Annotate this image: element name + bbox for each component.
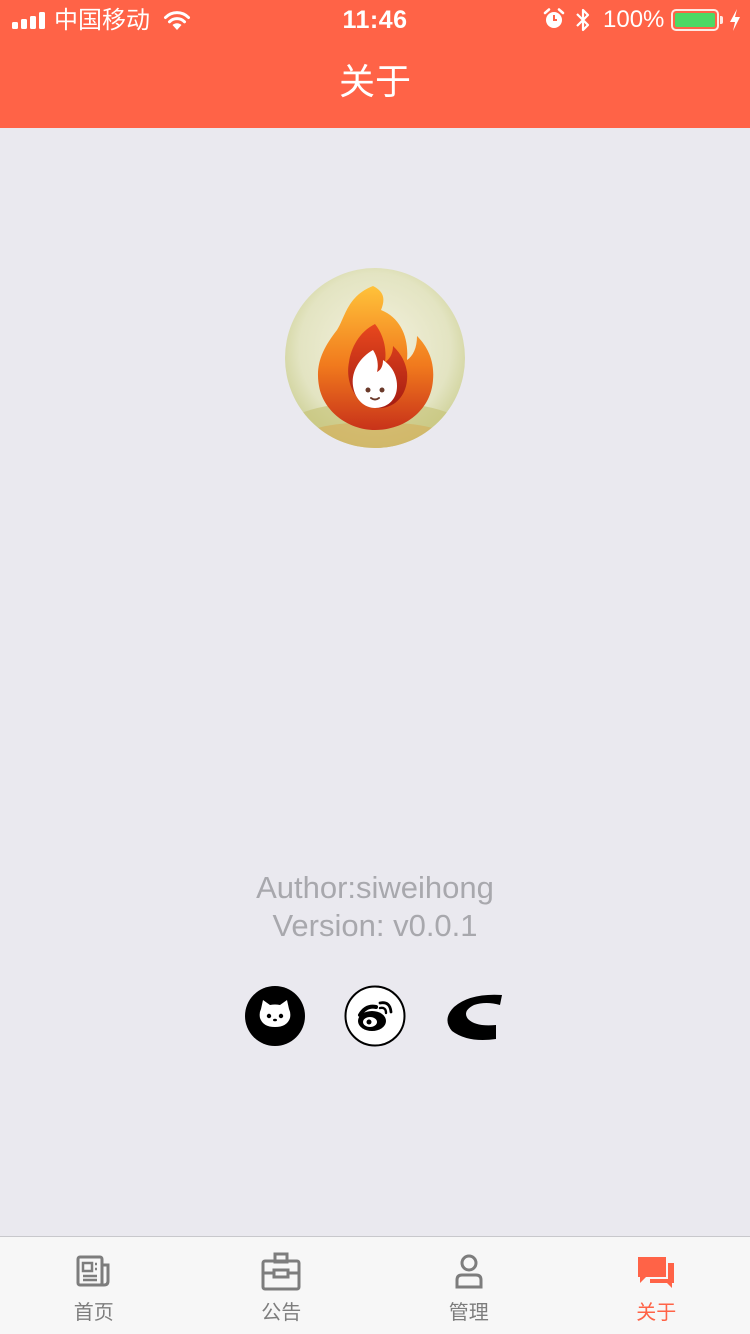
- tab-announcements[interactable]: 公告: [188, 1237, 376, 1334]
- status-bar: 中国移动 11:46 100%: [0, 0, 750, 40]
- tab-about-label: 关于: [636, 1300, 677, 1324]
- tab-home-label: 首页: [73, 1300, 114, 1324]
- tab-about[interactable]: 关于: [563, 1237, 750, 1334]
- charging-icon: [730, 9, 740, 31]
- weibo-icon[interactable]: [344, 985, 406, 1047]
- chat-bubbles-icon: [638, 1257, 675, 1288]
- alarm-icon: [543, 8, 565, 28]
- tab-bar: 首页 公告 管理 关于: [0, 1236, 750, 1334]
- csdn-icon[interactable]: [444, 985, 506, 1047]
- news-icon: [76, 1255, 110, 1287]
- bluetooth-icon: [576, 8, 590, 32]
- tab-announcements-label: 公告: [261, 1300, 302, 1324]
- briefcase-icon: [261, 1252, 301, 1291]
- battery-icon: [671, 9, 719, 31]
- version-text: Version: v0.0.1: [272, 908, 478, 943]
- tab-home[interactable]: 首页: [0, 1237, 188, 1334]
- page-title: 关于: [338, 62, 411, 103]
- nav-header: 中国移动 11:46 100% 关于: [0, 0, 750, 128]
- battery-percent: 100%: [603, 6, 665, 33]
- tab-manage[interactable]: 管理: [375, 1237, 563, 1334]
- tab-manage-label: 管理: [448, 1300, 489, 1324]
- author-text: Author:siweihong: [256, 870, 494, 905]
- github-icon[interactable]: [244, 985, 306, 1047]
- person-icon: [455, 1254, 483, 1289]
- fire-mascot-logo: [285, 268, 465, 448]
